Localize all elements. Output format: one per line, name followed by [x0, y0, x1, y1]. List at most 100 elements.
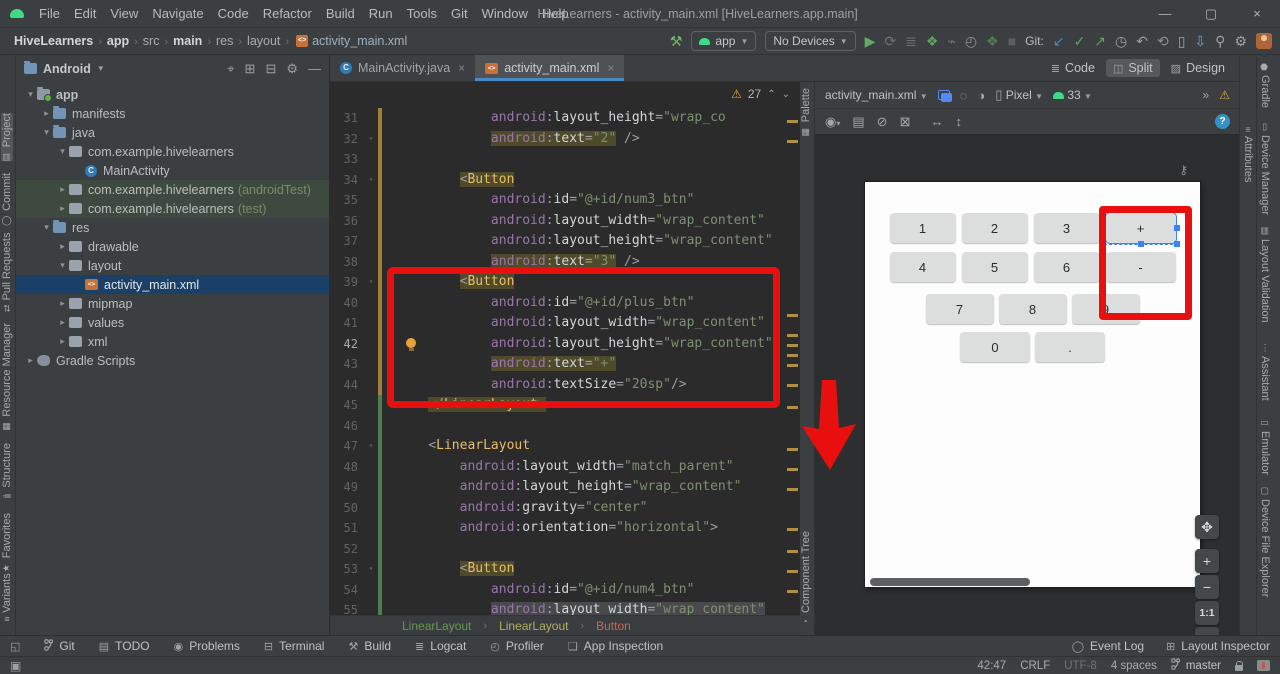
- design-file-selector[interactable]: activity_main.xml ▼: [825, 88, 928, 102]
- profile-low-overhead-icon[interactable]: ❖: [986, 33, 999, 49]
- menu-tools[interactable]: Tools: [400, 6, 444, 21]
- xml-breadcrumb-0[interactable]: LinearLayout: [402, 619, 471, 633]
- stripe-warning-mark[interactable]: [787, 364, 798, 367]
- sdk-manager-icon[interactable]: ⇩: [1194, 33, 1206, 49]
- zoom-in-button[interactable]: +: [1195, 549, 1219, 573]
- code-line-38[interactable]: 38 android:text="3" />: [330, 251, 800, 272]
- code-line-41[interactable]: 41 android:layout_width="wrap_content": [330, 313, 800, 334]
- fold-marker[interactable]: ▾: [364, 129, 378, 150]
- tree-chevron-icon[interactable]: ▸: [56, 241, 69, 252]
- right-tab-device-file-explorer[interactable]: ▢ Device File Explorer: [1259, 485, 1271, 597]
- tree-chevron-icon[interactable]: ▸: [56, 298, 69, 309]
- expand-all-icon[interactable]: ⊞: [245, 61, 256, 76]
- margins-off-icon[interactable]: ⊠: [900, 114, 911, 130]
- menu-navigate[interactable]: Navigate: [145, 6, 210, 21]
- render-warning-icon[interactable]: ⚠: [1219, 88, 1230, 102]
- render-quality-icon[interactable]: ⚷: [1179, 163, 1188, 177]
- run-icon[interactable]: ▶: [865, 33, 876, 49]
- close-button[interactable]: ×: [1234, 0, 1280, 28]
- toolwindow-layout-inspector[interactable]: ⊞ Layout Inspector: [1166, 639, 1270, 653]
- tree-item-mipmap[interactable]: ▸ mipmap: [16, 294, 329, 313]
- component-tree-tab[interactable]: ◔ Component Tree: [800, 531, 812, 627]
- menu-build[interactable]: Build: [319, 6, 362, 21]
- code-line-50[interactable]: 50 android:gravity="center": [330, 497, 800, 518]
- stripe-warning-mark[interactable]: [787, 550, 798, 553]
- xml-breadcrumb-2[interactable]: Button: [596, 619, 631, 633]
- code-line-33[interactable]: 33: [330, 149, 800, 170]
- code-line-45[interactable]: 45 </LinearLayout>: [330, 395, 800, 416]
- tree-chevron-icon[interactable]: ▸: [56, 203, 69, 214]
- design-surface[interactable]: ⚷ 123+456-7890. ✥ + − 1:1 ▣: [815, 135, 1240, 651]
- right-tab-device-manager[interactable]: ▭ Device Manager: [1259, 121, 1271, 215]
- tree-chevron-icon[interactable]: ▸: [24, 355, 37, 366]
- breadcrumb-item-app[interactable]: app: [107, 34, 129, 48]
- mode-button-code[interactable]: ≣ Code: [1044, 59, 1102, 77]
- stripe-warning-mark[interactable]: [787, 314, 798, 317]
- editor-tab-MainActivity-java[interactable]: C MainActivity.java ×: [330, 55, 475, 81]
- horizontal-constraint-icon[interactable]: ↔: [930, 114, 943, 129]
- tree-chevron-icon[interactable]: ▾: [56, 260, 69, 271]
- tree-item-activity-main-xml[interactable]: <> activity_main.xml: [16, 275, 329, 294]
- preview-button-+[interactable]: +: [1103, 212, 1180, 247]
- device-selector-dropdown[interactable]: No Devices ▼: [765, 31, 856, 51]
- toolwindow-event-log[interactable]: ◯ Event Log: [1072, 639, 1144, 653]
- editor-tab-activity_main-xml[interactable]: <> activity_main.xml ×: [475, 55, 625, 81]
- search-icon[interactable]: ⚲: [1215, 33, 1225, 49]
- code-line-43[interactable]: 43 android:text="+": [330, 354, 800, 375]
- stripe-warning-mark[interactable]: [787, 528, 798, 531]
- toolwindow-build[interactable]: ⚒ Build: [348, 639, 391, 653]
- attach-debugger-icon[interactable]: ⌁: [947, 33, 955, 49]
- sidebar-tab-commit[interactable]: ◯ Commit: [1, 173, 13, 225]
- user-avatar[interactable]: [1256, 33, 1272, 49]
- selection-handle[interactable]: [1173, 225, 1180, 231]
- stripe-warning-mark[interactable]: [787, 334, 798, 337]
- palette-tab[interactable]: ▦ Palette: [800, 88, 812, 136]
- preview-button-2[interactable]: 2: [961, 213, 1028, 243]
- menu-window[interactable]: Window: [475, 6, 535, 21]
- sidebar-tab-favorites[interactable]: ★ Favorites: [1, 513, 13, 572]
- stripe-warning-mark[interactable]: [787, 448, 798, 451]
- layers-icon[interactable]: [937, 90, 952, 102]
- line-ending-indicator[interactable]: CRLF: [1020, 660, 1050, 672]
- toolwindow-todo[interactable]: ▤ TODO: [99, 639, 150, 653]
- close-tab-icon[interactable]: ×: [607, 61, 614, 75]
- code-line-42[interactable]: 42 android:layout_height="wrap_content": [330, 333, 800, 354]
- close-tab-icon[interactable]: ×: [458, 61, 465, 75]
- tree-item-app[interactable]: ▾ app: [16, 85, 329, 104]
- code-line-35[interactable]: 35 android:id="@+id/num3_btn": [330, 190, 800, 211]
- notifications-icon[interactable]: [1257, 660, 1270, 671]
- build-hammer-icon[interactable]: ⚒: [670, 33, 683, 49]
- sidebar-tab-structure[interactable]: ≔ Structure: [1, 443, 13, 501]
- tree-item-java[interactable]: ▾ java: [16, 123, 329, 142]
- right-tab-layout-validation[interactable]: ▤ Layout Validation: [1259, 225, 1271, 323]
- right-tab-assistant[interactable]: ⋮ Assistant: [1259, 343, 1271, 401]
- breadcrumb-item-res[interactable]: res: [216, 34, 233, 48]
- blueprint-icon[interactable]: ▤: [852, 114, 864, 130]
- menu-refactor[interactable]: Refactor: [256, 6, 319, 21]
- preview-button-7[interactable]: 7: [925, 294, 994, 324]
- tree-chevron-icon[interactable]: ▾: [40, 222, 53, 233]
- tree-item-com-example-hivelearners[interactable]: ▾ com.example.hivelearners: [16, 142, 329, 161]
- breadcrumb-item-src[interactable]: src: [143, 34, 160, 48]
- tree-chevron-icon[interactable]: ▸: [56, 184, 69, 195]
- git-branch-widget[interactable]: master: [1170, 658, 1221, 673]
- breadcrumb-item-layout[interactable]: layout: [247, 34, 280, 48]
- tool-window-toggle-icon[interactable]: ▣: [10, 659, 21, 673]
- stripe-warning-mark[interactable]: [787, 590, 798, 593]
- mode-button-split[interactable]: ◫ Split: [1105, 59, 1160, 77]
- tree-chevron-icon[interactable]: ▾: [40, 127, 53, 138]
- next-warning-icon[interactable]: ⌄: [782, 89, 790, 100]
- menu-git[interactable]: Git: [444, 6, 475, 21]
- magnet-off-icon[interactable]: ⊘: [877, 114, 888, 130]
- menu-view[interactable]: View: [103, 6, 145, 21]
- tree-chevron-icon[interactable]: ▸: [56, 336, 69, 347]
- code-line-47[interactable]: 47 ▾ <LinearLayout: [330, 436, 800, 457]
- code-line-46[interactable]: 46: [330, 415, 800, 436]
- preview-button-5[interactable]: 5: [961, 252, 1028, 282]
- toolwindow-problems[interactable]: ◉ Problems: [174, 639, 240, 653]
- preview-button-6[interactable]: 6: [1033, 252, 1100, 282]
- rollback-icon[interactable]: ↶: [1136, 33, 1148, 49]
- toolwindow-profiler[interactable]: ◴ Profiler: [490, 639, 544, 653]
- stripe-warning-mark[interactable]: [787, 406, 798, 409]
- collapse-all-icon[interactable]: ⊟: [265, 61, 276, 76]
